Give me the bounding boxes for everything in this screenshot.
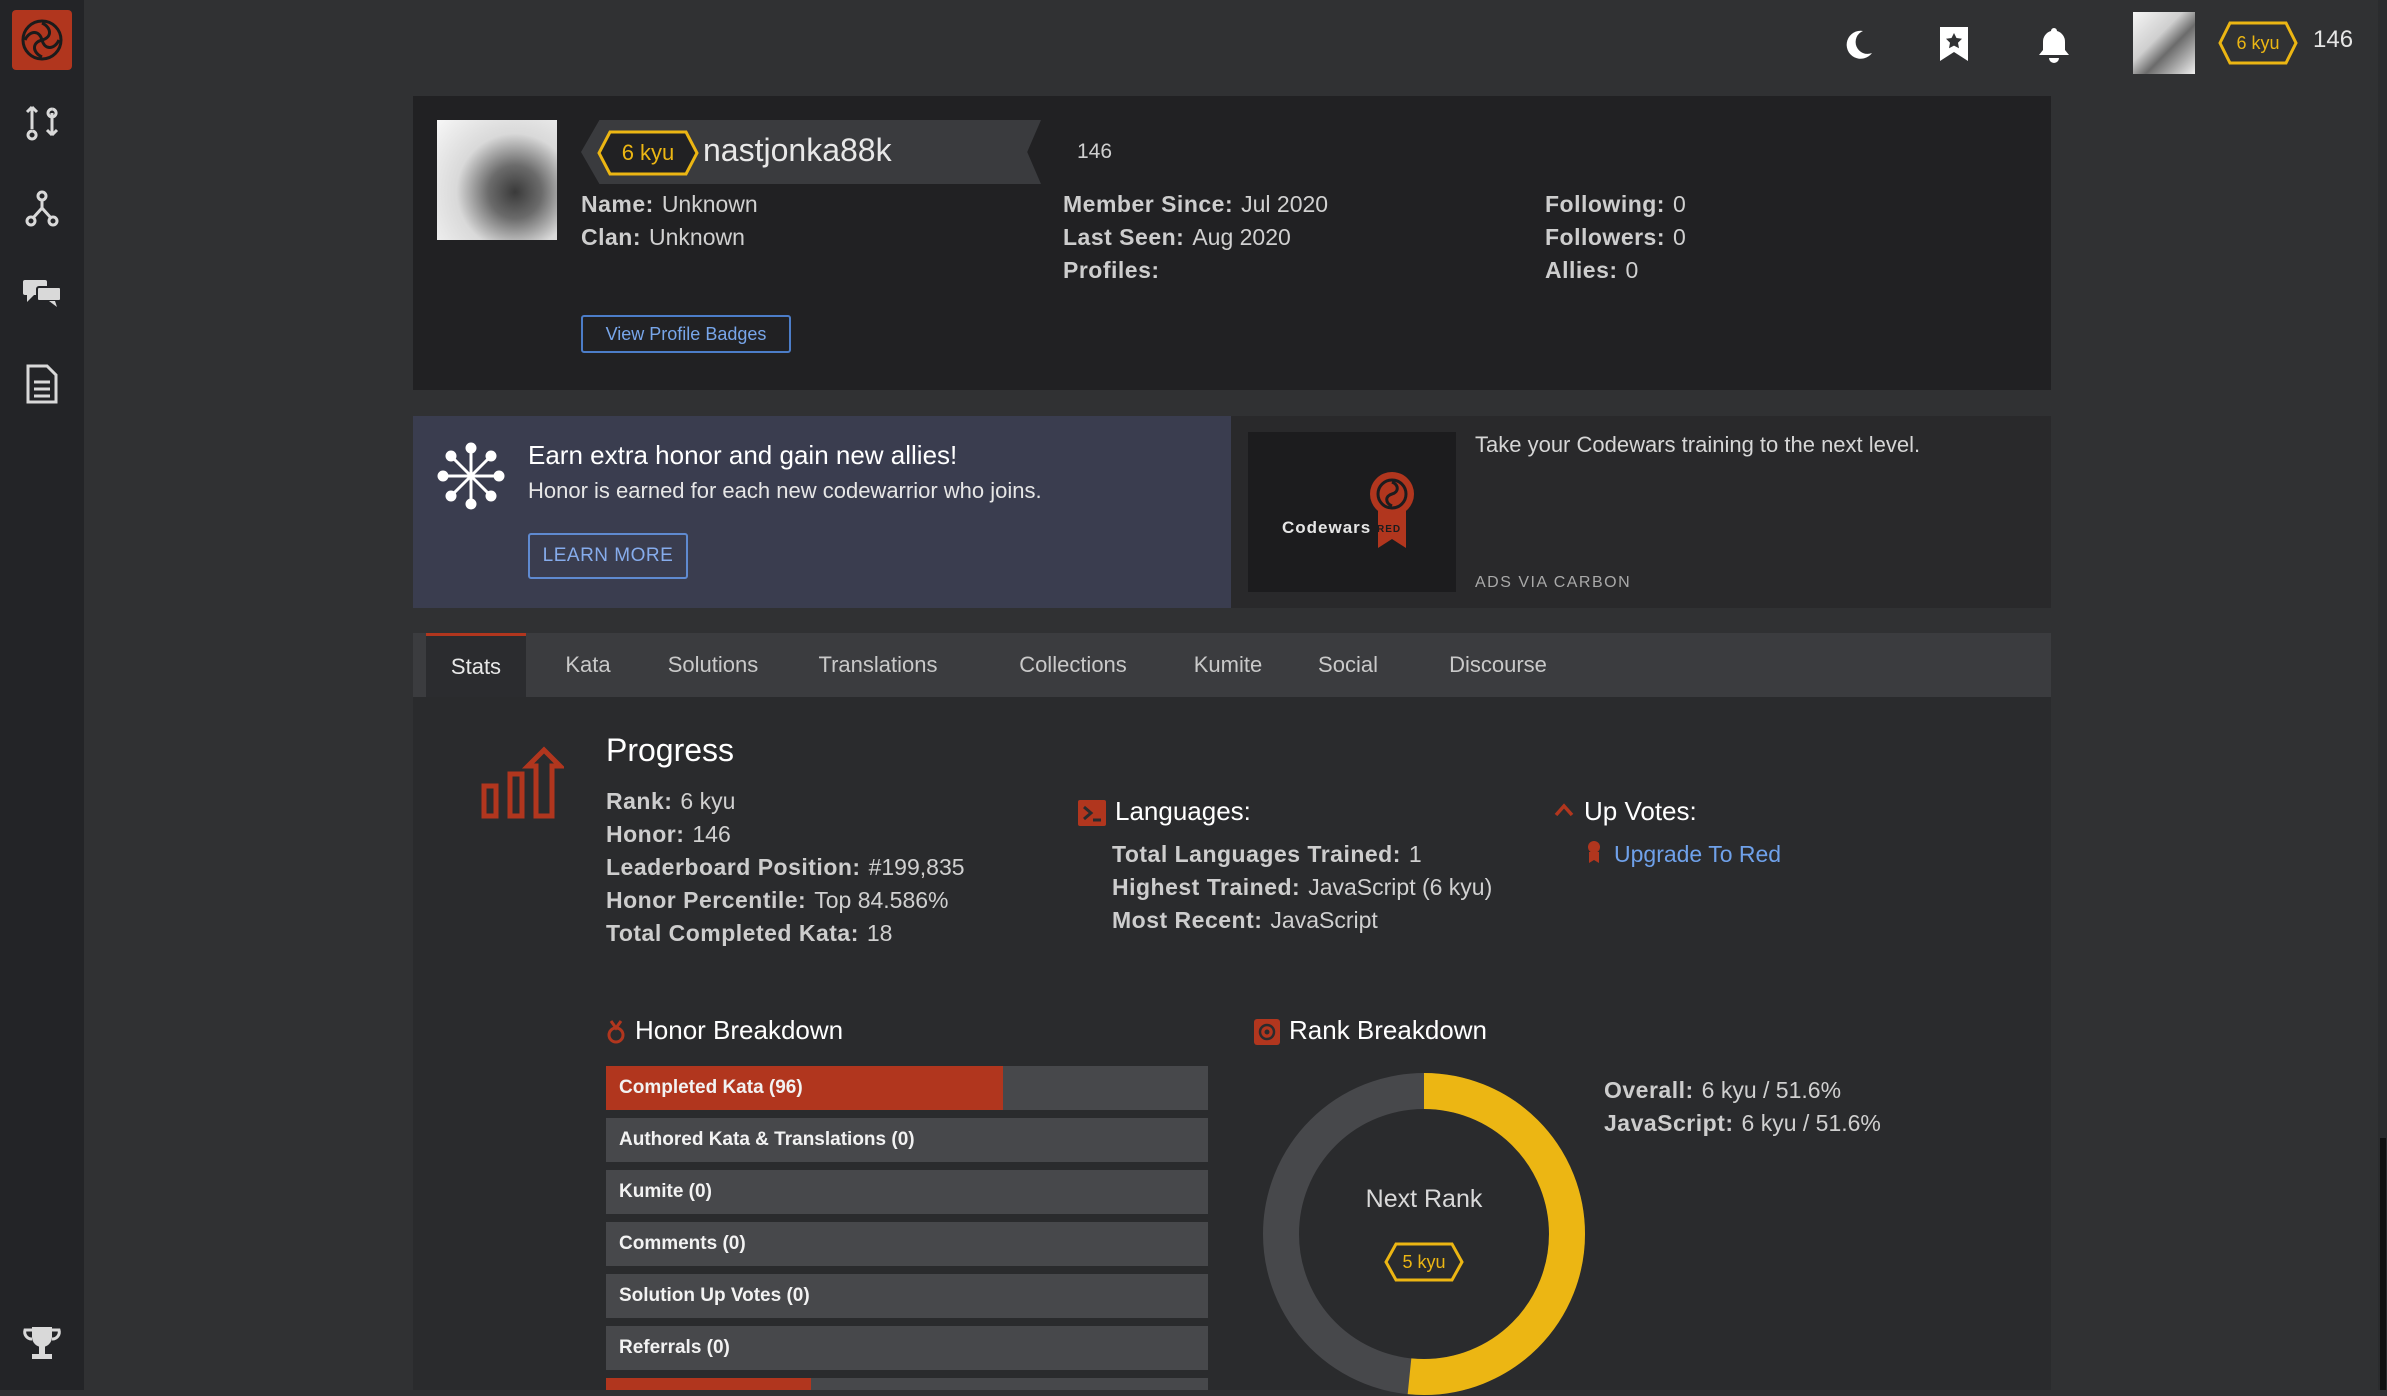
rank-badge: 6 kyu <box>2218 20 2298 66</box>
tab-kumite[interactable]: Kumite <box>1178 633 1278 697</box>
honor-row-authored-kata: Authored Kata & Translations (0) <box>606 1118 1208 1162</box>
rank-breakdown-details: Overall: 6 kyu / 51.6% JavaScript: 6 kyu /… <box>1604 1074 1881 1140</box>
honor-row-completed-kata: Completed Kata (96) <box>606 1066 1208 1110</box>
kumite-icon[interactable] <box>17 183 67 233</box>
member-since-row: Member Since: Jul 2020 <box>1063 191 1329 217</box>
moon-icon[interactable] <box>1836 14 1880 74</box>
following-row[interactable]: Following: 0 <box>1545 188 1686 221</box>
target-icon <box>1254 1019 1280 1045</box>
tab-collections[interactable]: Collections <box>1003 633 1143 697</box>
honor-count: 146 <box>2313 26 2354 53</box>
docs-icon[interactable] <box>17 359 67 409</box>
profile-rank-badge: 6 kyu <box>597 129 699 177</box>
discuss-icon[interactable] <box>17 268 67 318</box>
rank-progress-donut <box>1263 1073 1585 1395</box>
username: nastjonka88k <box>703 132 892 168</box>
clan-row: Clan: Unknown <box>581 224 745 250</box>
network-icon <box>437 442 505 510</box>
sidebar <box>0 0 84 1390</box>
overall-rank-row: Overall: 6 kyu / 51.6% <box>1604 1077 1842 1103</box>
tab-stats[interactable]: Stats <box>426 633 526 697</box>
bookmark-icon[interactable] <box>1932 14 1976 74</box>
view-profile-badges-button[interactable]: View Profile Badges <box>581 315 791 353</box>
most-recent-row: Most Recent: JavaScript <box>1112 907 1378 933</box>
promo-title: Earn extra honor and gain new allies! <box>528 440 958 470</box>
honor-row-referrals: Referrals (0) <box>606 1326 1208 1370</box>
honor-bar-label: Referrals (0) <box>619 1337 730 1358</box>
tab-translations[interactable]: Translations <box>803 633 953 697</box>
honor-row-partial <box>606 1378 1208 1390</box>
honor-percentile-row: Honor Percentile: Top 84.586% <box>606 887 949 913</box>
profile-honor: 146 <box>1077 140 1113 163</box>
rank-row: Rank: 6 kyu <box>606 788 736 814</box>
profile-info-col3: Following: 0 Followers: 0 Allies: 0 <box>1545 188 1686 287</box>
leaderboard-trophy-icon[interactable] <box>17 1318 67 1368</box>
medal-icon <box>607 1020 625 1044</box>
promo-subtitle: Honor is earned for each new codewarrior… <box>528 478 1042 503</box>
languages-details: Total Languages Trained: 1 Highest Traine… <box>1112 838 1492 937</box>
codewars-logo-icon[interactable] <box>12 10 72 70</box>
rank-badge-label: 6 kyu <box>2236 32 2280 53</box>
ad-brand: Codewars <box>1282 518 1372 537</box>
honor-row-comments: Comments (0) <box>606 1222 1208 1266</box>
progress-chart-icon <box>480 746 564 822</box>
tab-social[interactable]: Social <box>1308 633 1388 697</box>
codewars-red-icon <box>1368 470 1416 552</box>
profile-info-col2: Member Since: Jul 2020 Last Seen: Aug 2020… <box>1063 188 1328 287</box>
honor-row: Honor: 146 <box>606 821 731 847</box>
ribbon-icon <box>1586 840 1602 864</box>
progress-title: Progress <box>606 732 735 768</box>
followers-row[interactable]: Followers: 0 <box>1545 221 1686 254</box>
next-rank-label: Next Rank <box>1365 1185 1483 1213</box>
ad-brand-tag: RED <box>1377 524 1402 535</box>
next-rank-value: 5 kyu <box>1402 1251 1446 1272</box>
total-languages-row: Total Languages Trained: 1 <box>1112 841 1422 867</box>
ads-via-carbon-link[interactable]: ADS VIA CARBON <box>1475 574 1631 592</box>
profiles-row: Profiles: <box>1063 257 1160 283</box>
progress-details: Rank: 6 kyu Honor: 146 Leaderboard Positio… <box>606 785 965 950</box>
chevron-up-icon <box>1554 803 1574 817</box>
name-row: Name: Unknown <box>581 191 758 217</box>
upgrade-to-red-link[interactable]: Upgrade To Red <box>1614 838 1781 871</box>
bell-icon[interactable] <box>2032 14 2076 74</box>
honor-bar-label: Kumite (0) <box>619 1181 712 1202</box>
honor-row-kumite: Kumite (0) <box>606 1170 1208 1214</box>
allies-row[interactable]: Allies: 0 <box>1545 254 1686 287</box>
learn-more-button[interactable]: LEARN MORE <box>528 533 688 579</box>
honor-row-solution-upvotes: Solution Up Votes (0) <box>606 1274 1208 1318</box>
javascript-rank-row: JavaScript: 6 kyu / 51.6% <box>1604 1110 1881 1136</box>
honor-bar-fill <box>606 1378 811 1390</box>
rank-breakdown-title: Rank Breakdown <box>1289 1015 1487 1045</box>
leaderboard-position-row: Leaderboard Position: #199,835 <box>606 854 965 880</box>
ad-text[interactable]: Take your Codewars training to the next … <box>1475 432 1920 458</box>
referral-promo: Earn extra honor and gain new allies! Ho… <box>413 416 1231 608</box>
tab-kata[interactable]: Kata <box>548 633 628 697</box>
honor-bar-label: Completed Kata (96) <box>619 1077 803 1098</box>
languages-title: Languages: <box>1115 796 1251 826</box>
honor-bar-label: Comments (0) <box>619 1233 746 1254</box>
honor-bar-label: Authored Kata & Translations (0) <box>619 1129 915 1150</box>
tab-solutions[interactable]: Solutions <box>653 633 773 697</box>
total-completed-row: Total Completed Kata: 18 <box>606 920 893 946</box>
honor-bar-label: Solution Up Votes (0) <box>619 1285 810 1306</box>
profile-card: 6 kyu nastjonka88k 146 Name: Unknown Clan… <box>413 96 2051 390</box>
profile-info-col1: Name: Unknown Clan: Unknown <box>581 188 758 254</box>
carbon-ad[interactable]: Codewars RED Take your Codewars training… <box>1231 416 2051 608</box>
user-avatar[interactable] <box>2133 12 2195 74</box>
terminal-icon <box>1078 800 1106 826</box>
scrollbar-thumb[interactable] <box>2380 1138 2386 1390</box>
next-rank-badge: 5 kyu <box>1384 1241 1464 1283</box>
highest-trained-row: Highest Trained: JavaScript (6 kyu) <box>1112 874 1493 900</box>
honor-breakdown-title: Honor Breakdown <box>635 1015 844 1045</box>
ad-image[interactable]: Codewars RED <box>1248 432 1456 592</box>
last-seen-row: Last Seen: Aug 2020 <box>1063 224 1291 250</box>
tab-discourse[interactable]: Discourse <box>1438 633 1558 697</box>
upvotes-title: Up Votes: <box>1584 796 1697 826</box>
practice-icon[interactable] <box>17 96 67 146</box>
profile-rank-label: 6 kyu <box>621 140 675 165</box>
profile-avatar <box>437 120 557 240</box>
profile-tabs: Stats Kata Solutions Translations Collec… <box>413 633 2051 697</box>
